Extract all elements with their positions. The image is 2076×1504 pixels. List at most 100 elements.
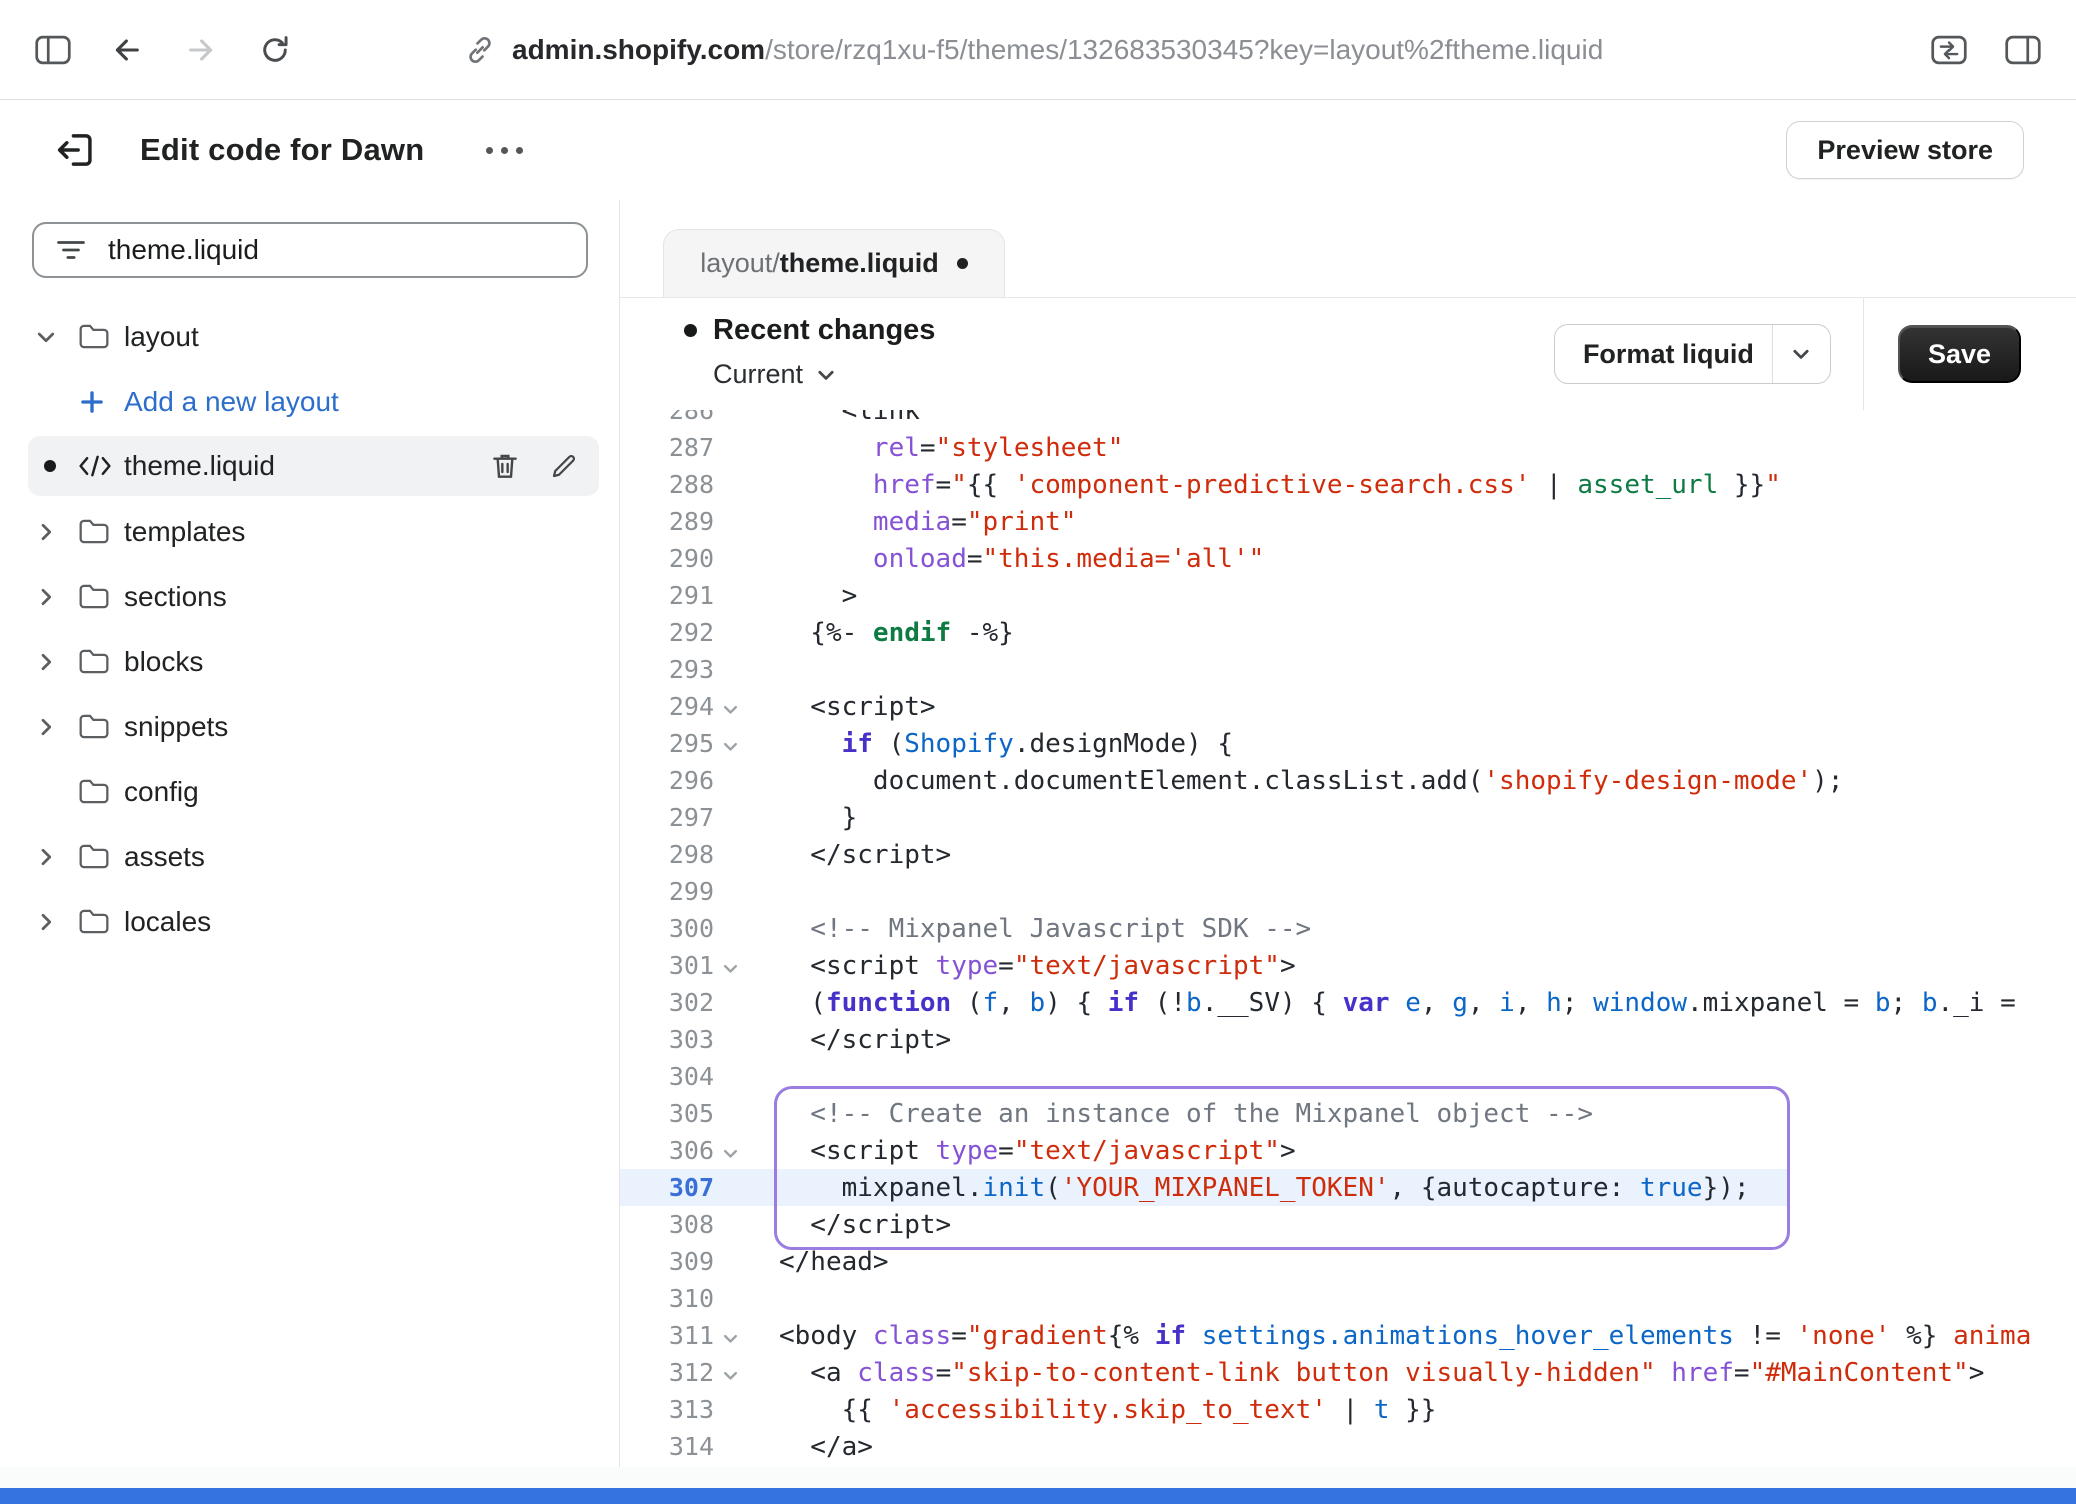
- window-sidebar-toggle-icon[interactable]: [30, 27, 76, 73]
- code-line-292[interactable]: 292 {%- endif -%}: [620, 614, 2076, 651]
- recent-changes-label: Recent changes: [713, 314, 935, 347]
- fold-toggle[interactable]: [714, 695, 746, 719]
- rename-file-button[interactable]: [549, 451, 579, 481]
- folder-item-blocks[interactable]: blocks: [0, 629, 599, 694]
- code-line-311[interactable]: 311<body class="gradient{% if settings.a…: [620, 1317, 2076, 1354]
- folder-icon: [78, 713, 110, 740]
- file-item-theme.liquid[interactable]: theme.liquid: [28, 436, 599, 496]
- edit-icon: [549, 451, 579, 481]
- code-line-289[interactable]: 289 media="print": [620, 503, 2076, 540]
- browser-window: admin.shopify.com/store/rzq1xu-f5/themes…: [0, 0, 2076, 1504]
- code-line-308[interactable]: 308 </script>: [620, 1206, 2076, 1243]
- file-filter-input[interactable]: [108, 234, 564, 266]
- page-title: Edit code for Dawn: [140, 132, 424, 168]
- code-line-310[interactable]: 310: [620, 1280, 2076, 1317]
- fold-toggle[interactable]: [714, 954, 746, 978]
- fold-toggle[interactable]: [714, 732, 746, 756]
- unsaved-dot: [44, 460, 56, 472]
- file-filter-box[interactable]: [32, 222, 588, 278]
- folder-item-snippets[interactable]: snippets: [0, 694, 599, 759]
- format-liquid-button[interactable]: Format liquid: [1554, 324, 1831, 384]
- file-tree: layout Add a new layouttheme.liquidtempla…: [0, 304, 619, 954]
- line-number: 305: [620, 1099, 714, 1128]
- code-line-300[interactable]: 300 <!-- Mixpanel Javascript SDK -->: [620, 910, 2076, 947]
- code-line-295[interactable]: 295 if (Shopify.designMode) {: [620, 725, 2076, 762]
- code-line-314[interactable]: 314 </a>: [620, 1428, 2076, 1465]
- line-number: 290: [620, 544, 714, 573]
- fold-chevron-icon: [721, 700, 740, 719]
- code-line-298[interactable]: 298 </script>: [620, 836, 2076, 873]
- line-number: 309: [620, 1247, 714, 1276]
- forward-icon[interactable]: [178, 27, 224, 73]
- version-dropdown[interactable]: Current: [713, 359, 935, 390]
- code-line-312[interactable]: 312 <a class="skip-to-content-link butto…: [620, 1354, 2076, 1391]
- save-button[interactable]: Save: [1898, 325, 2021, 383]
- code-line-306[interactable]: 306 <script type="text/javascript">: [620, 1132, 2076, 1169]
- code-line-302[interactable]: 302 (function (f, b) { if (!b.__SV) { va…: [620, 984, 2076, 1021]
- more-options-icon[interactable]: [480, 130, 529, 170]
- code-line-301[interactable]: 301 <script type="text/javascript">: [620, 947, 2076, 984]
- folder-item-layout[interactable]: layout: [0, 304, 599, 369]
- folder-item-locales[interactable]: locales: [0, 889, 599, 954]
- fold-toggle[interactable]: [714, 1139, 746, 1163]
- code-line-286[interactable]: 286 <link: [620, 410, 2076, 429]
- code-line-287[interactable]: 287 rel="stylesheet": [620, 429, 2076, 466]
- line-number: 296: [620, 766, 714, 795]
- folder-item-sections[interactable]: sections: [0, 564, 599, 629]
- fold-toggle[interactable]: [714, 1361, 746, 1385]
- code-line-307[interactable]: 307 mixpanel.init('YOUR_MIXPANEL_TOKEN',…: [620, 1169, 2076, 1206]
- chevron-right-icon: [34, 910, 58, 934]
- code-file-icon: [78, 455, 112, 477]
- editor-pane: layout/theme.liquid Recent changes Curre…: [620, 200, 2076, 1467]
- sidebar-right-toggle-icon[interactable]: [2000, 27, 2046, 73]
- extensions-icon[interactable]: [1926, 27, 1972, 73]
- fold-chevron-icon: [721, 1366, 740, 1385]
- fold-chevron-icon: [721, 1329, 740, 1348]
- chevron-right-icon: [34, 520, 58, 544]
- tree-item-label: config: [124, 776, 199, 808]
- code-line-296[interactable]: 296 document.documentElement.classList.a…: [620, 762, 2076, 799]
- url-text: admin.shopify.com/store/rzq1xu-f5/themes…: [512, 34, 1603, 66]
- code-editor[interactable]: 286 <link287 rel="stylesheet"288 href="{…: [620, 410, 2076, 1467]
- code-line-313[interactable]: 313 {{ 'accessibility.skip_to_text' | t …: [620, 1391, 2076, 1428]
- file-sidebar: layout Add a new layouttheme.liquidtempla…: [0, 200, 620, 1467]
- code-line-299[interactable]: 299: [620, 873, 2076, 910]
- tree-item-label: assets: [124, 841, 205, 873]
- filter-icon: [56, 238, 86, 262]
- code-line-293[interactable]: 293: [620, 651, 2076, 688]
- code-line-304[interactable]: 304: [620, 1058, 2076, 1095]
- tab-theme-liquid[interactable]: layout/theme.liquid: [663, 229, 1005, 297]
- fold-toggle[interactable]: [714, 1324, 746, 1348]
- address-bar[interactable]: admin.shopify.com/store/rzq1xu-f5/themes…: [464, 34, 1603, 66]
- code-line-290[interactable]: 290 onload="this.media='all'": [620, 540, 2076, 577]
- folder-item-templates[interactable]: templates: [0, 499, 599, 564]
- browser-toolbar: admin.shopify.com/store/rzq1xu-f5/themes…: [0, 0, 2076, 100]
- line-number: 288: [620, 470, 714, 499]
- exit-editor-icon[interactable]: [52, 127, 98, 173]
- reload-icon[interactable]: [252, 27, 298, 73]
- code-line-297[interactable]: 297 }: [620, 799, 2076, 836]
- tree-item-label: layout: [124, 321, 199, 353]
- chevron-down-icon: [34, 325, 58, 349]
- delete-file-button[interactable]: [489, 450, 521, 482]
- code-line-309[interactable]: 309</head>: [620, 1243, 2076, 1280]
- line-number: 287: [620, 433, 714, 462]
- chevron-down-icon[interactable]: [1772, 325, 1830, 383]
- folder-item-assets[interactable]: assets: [0, 824, 599, 889]
- preview-store-button[interactable]: Preview store: [1786, 121, 2024, 179]
- code-line-291[interactable]: 291 >: [620, 577, 2076, 614]
- code-line-294[interactable]: 294 <script>: [620, 688, 2076, 725]
- chevron-right-icon: [34, 715, 58, 739]
- code-line-303[interactable]: 303 </script>: [620, 1021, 2076, 1058]
- changes-dot: [684, 324, 697, 337]
- line-number: 306: [620, 1136, 714, 1165]
- folder-icon: [78, 778, 110, 805]
- folder-item-config[interactable]: config: [0, 759, 599, 824]
- code-line-305[interactable]: 305 <!-- Create an instance of the Mixpa…: [620, 1095, 2076, 1132]
- line-number: 304: [620, 1062, 714, 1091]
- unsaved-dot: [957, 258, 968, 269]
- back-icon[interactable]: [104, 27, 150, 73]
- add-layout-link[interactable]: Add a new layout: [0, 369, 599, 434]
- code-line-288[interactable]: 288 href="{{ 'component-predictive-searc…: [620, 466, 2076, 503]
- line-number: 302: [620, 988, 714, 1017]
